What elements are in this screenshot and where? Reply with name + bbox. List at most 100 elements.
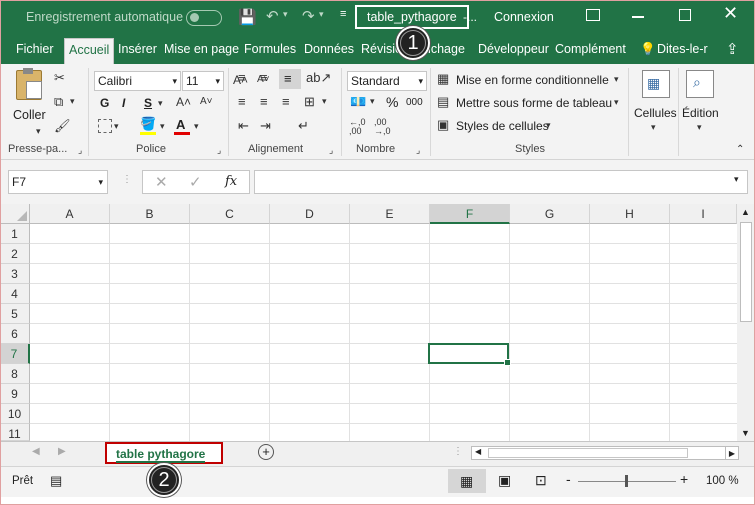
next-sheet-icon[interactable]: ▶ — [58, 446, 66, 457]
maximize-icon[interactable] — [679, 9, 691, 21]
tab-developpeur[interactable]: Développeur — [478, 42, 549, 56]
zoom-out-button[interactable]: - — [566, 471, 571, 487]
align-center-icon[interactable]: ≡ — [260, 94, 268, 109]
row-header[interactable]: 5 — [0, 304, 30, 324]
align-bottom-icon[interactable]: ≡ — [279, 69, 301, 89]
increase-decimal-icon[interactable]: ←,0,00 — [349, 118, 366, 136]
insert-function-button[interactable]: fx — [225, 174, 237, 189]
close-icon[interactable]: ✕ — [723, 3, 738, 24]
number-launcher-icon[interactable]: ⌟ — [416, 145, 420, 156]
accounting-format-icon[interactable]: 💶 — [350, 94, 366, 110]
row-header[interactable]: 6 — [0, 324, 30, 344]
formula-input[interactable] — [254, 170, 748, 194]
scroll-thumb[interactable] — [740, 222, 752, 322]
normal-view-icon[interactable]: ▦ — [448, 469, 486, 493]
ribbon-display-options-icon[interactable] — [586, 9, 600, 21]
redo-dropdown-icon[interactable]: ▾ — [319, 9, 324, 20]
format-as-table-icon[interactable]: ▤ — [437, 94, 449, 110]
accounting-dropdown-icon[interactable]: ▾ — [370, 96, 375, 107]
tab-formules[interactable]: Formules — [244, 42, 296, 56]
borders-icon[interactable] — [98, 119, 112, 133]
save-icon[interactable]: 💾 — [238, 8, 257, 26]
increase-indent-icon[interactable]: ⇥ — [260, 118, 271, 134]
paste-button[interactable]: Coller — [13, 108, 46, 122]
zoom-slider-thumb[interactable] — [625, 475, 628, 487]
font-name-select[interactable]: Calibri ▾ — [94, 71, 181, 91]
alignment-launcher-icon[interactable]: ⌟ — [329, 145, 333, 156]
undo-icon[interactable]: ↶ — [266, 7, 279, 25]
cancel-icon[interactable]: ✕ — [155, 173, 168, 191]
sheet-tab-active[interactable]: table pythagore — [116, 447, 206, 463]
merge-center-icon[interactable]: ⊞ — [304, 94, 315, 110]
font-size-down-icon[interactable]: A˅ — [200, 96, 213, 107]
thousands-separator-button[interactable]: 000 — [406, 97, 423, 108]
column-header[interactable]: H — [590, 204, 670, 224]
underline-dropdown-icon[interactable]: ▾ — [158, 98, 163, 109]
paste-icon[interactable] — [16, 68, 42, 100]
worksheet-grid[interactable]: A B C D E F G H I 1 2 3 4 5 6 7 8 9 10 1… — [0, 204, 737, 441]
column-header[interactable]: B — [110, 204, 190, 224]
row-header[interactable]: 4 — [0, 284, 30, 304]
bold-button[interactable]: G — [100, 96, 109, 110]
column-header[interactable]: A — [30, 204, 110, 224]
font-color-icon[interactable]: A — [176, 117, 185, 132]
column-header[interactable]: I — [670, 204, 737, 224]
row-header[interactable]: 9 — [0, 384, 30, 404]
tab-mise-en-page[interactable]: Mise en page — [164, 42, 239, 56]
expand-formula-bar-icon[interactable]: ▾ — [734, 174, 739, 185]
enter-icon[interactable]: ✓ — [189, 173, 202, 191]
font-size-up-icon[interactable]: A˄ — [176, 95, 191, 109]
row-header[interactable]: 2 — [0, 244, 30, 264]
prev-sheet-icon[interactable]: ◀ — [32, 446, 40, 457]
percent-button[interactable]: % — [386, 94, 398, 110]
cell-styles-icon[interactable]: ▣ — [437, 117, 449, 133]
scroll-right-icon[interactable]: ▶ — [725, 446, 739, 460]
cut-icon[interactable]: ✂ — [54, 70, 65, 86]
align-middle-icon[interactable]: ≡ — [260, 70, 268, 85]
font-launcher-icon[interactable]: ⌟ — [217, 145, 221, 156]
borders-dropdown-icon[interactable]: ▾ — [114, 121, 119, 132]
vertical-scrollbar[interactable]: ▲ ▼ — [737, 204, 755, 441]
align-top-icon[interactable]: ≡ — [238, 70, 246, 85]
page-break-view-icon[interactable]: ⊡ — [535, 472, 547, 489]
paste-dropdown-icon[interactable]: ▾ — [36, 126, 41, 137]
tab-donnees[interactable]: Données — [304, 42, 354, 56]
zoom-slider[interactable] — [578, 475, 676, 487]
orientation-icon[interactable]: ab↗ — [306, 70, 331, 86]
cells-button[interactable]: Cellules — [634, 106, 677, 120]
cells-icon[interactable]: ▦ — [642, 70, 670, 98]
copy-dropdown-icon[interactable]: ▾ — [70, 96, 75, 107]
tab-fichier[interactable]: Fichier — [16, 42, 54, 56]
italic-button[interactable]: I — [122, 96, 125, 110]
zoom-in-button[interactable]: + — [680, 471, 688, 487]
align-right-icon[interactable]: ≡ — [282, 94, 290, 109]
decrease-indent-icon[interactable]: ⇤ — [238, 118, 249, 134]
undo-dropdown-icon[interactable]: ▾ — [283, 9, 288, 20]
conditional-format-button[interactable]: Mise en forme conditionnelle — [456, 73, 609, 87]
column-header[interactable]: C — [190, 204, 270, 224]
tell-me-input[interactable]: Dites-le-r — [657, 42, 708, 56]
page-layout-view-icon[interactable]: ▣ — [498, 472, 511, 489]
row-header-selected[interactable]: 7 — [0, 344, 30, 364]
add-sheet-icon[interactable]: + — [258, 444, 274, 460]
select-all-corner[interactable] — [0, 204, 30, 224]
share-icon[interactable]: ⇪ — [726, 40, 739, 58]
row-header[interactable]: 1 — [0, 224, 30, 244]
active-cell-f7[interactable] — [428, 343, 511, 366]
tab-complement[interactable]: Complément — [555, 42, 626, 56]
tab-accueil[interactable]: Accueil — [64, 38, 115, 65]
align-left-icon[interactable]: ≡ — [238, 94, 246, 109]
tab-splitter-icon[interactable]: ⋮ — [453, 446, 463, 457]
column-header-selected[interactable]: F — [430, 204, 510, 224]
font-size-select[interactable]: 11 ▾ — [182, 71, 224, 91]
scroll-up-icon[interactable]: ▲ — [741, 207, 750, 217]
autosave-toggle[interactable] — [186, 10, 222, 26]
wrap-text-icon[interactable]: ↵ — [298, 118, 309, 134]
underline-button[interactable]: S — [144, 96, 152, 110]
search-icon[interactable]: ⌕ — [686, 70, 714, 98]
row-header[interactable]: 11 — [0, 424, 30, 441]
horizontal-scrollbar[interactable]: ◀ — [471, 446, 737, 460]
minimize-icon[interactable] — [632, 16, 644, 18]
redo-icon[interactable]: ↷ — [302, 7, 315, 25]
merge-dropdown-icon[interactable]: ▾ — [322, 96, 327, 107]
